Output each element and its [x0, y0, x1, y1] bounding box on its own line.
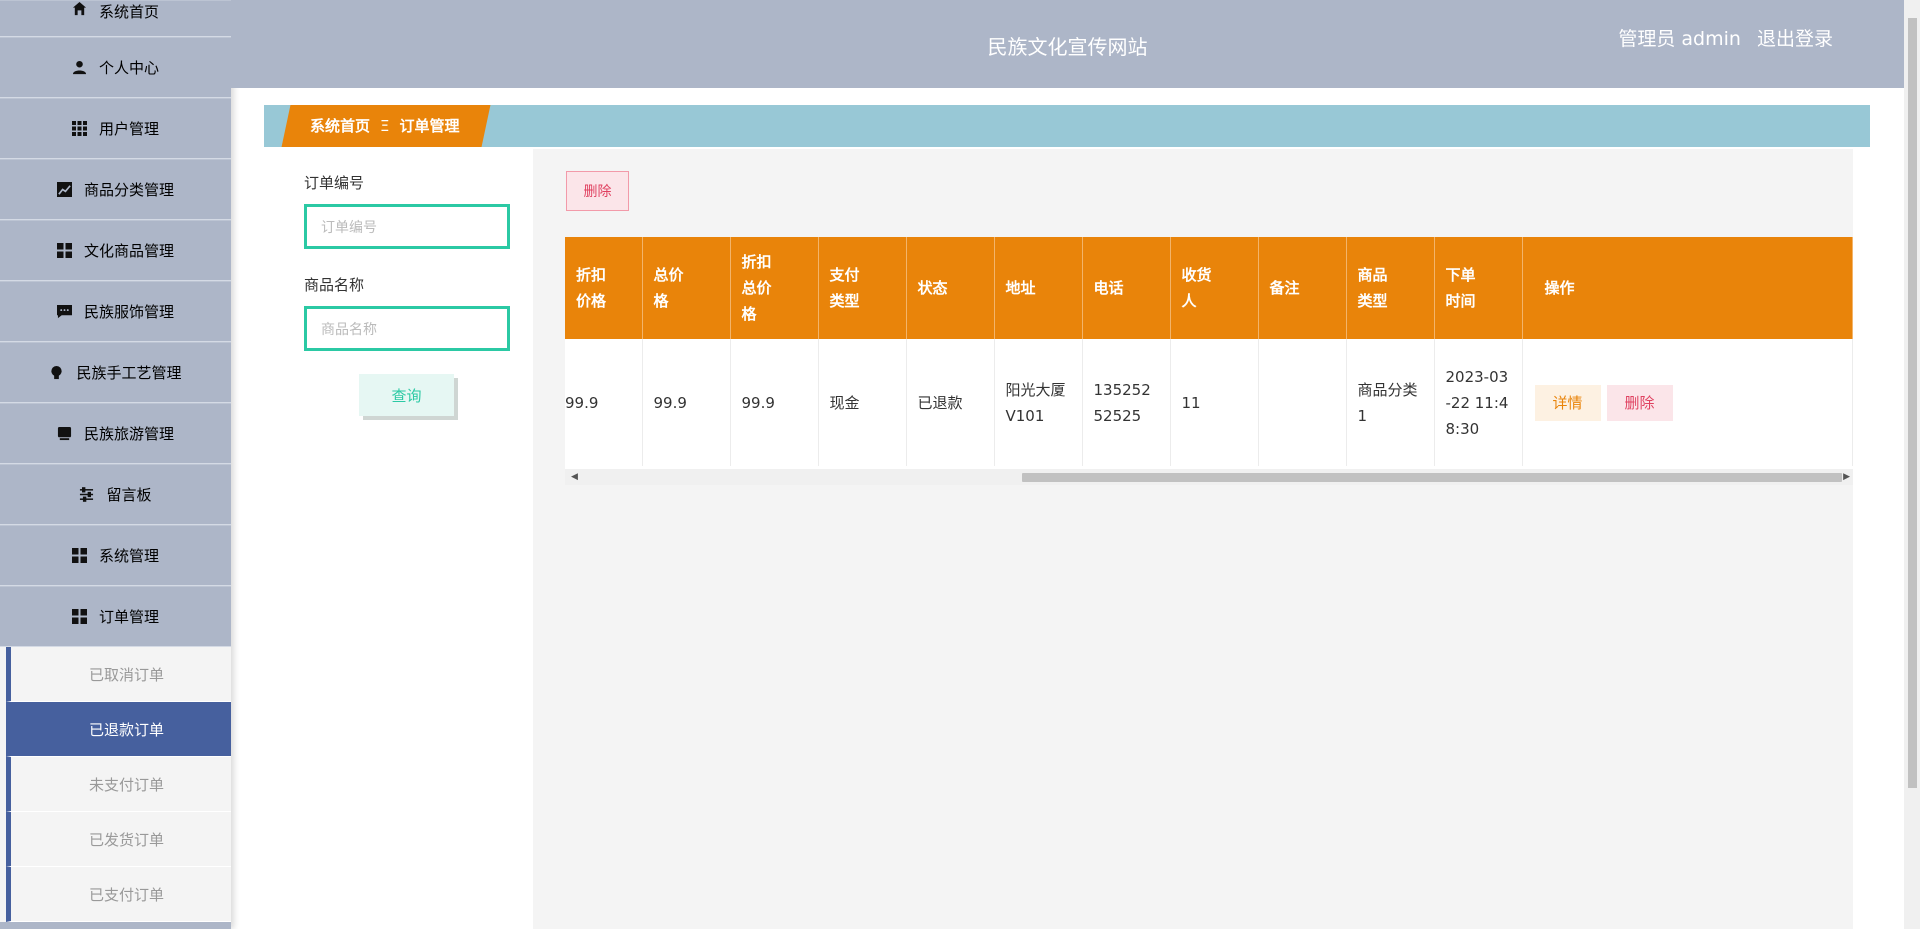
- main-content: 删除 折扣 价格 总价格 折扣 总价格 支付 类型 状态 地址 电话 收货人 备注 商…: [533, 149, 1853, 929]
- submenu-paid-orders[interactable]: 已支付订单: [6, 867, 231, 922]
- message-icon: [56, 304, 72, 319]
- sidebar-item-profile[interactable]: 个人中心: [0, 37, 231, 98]
- sidebar-item-label: 留言板: [106, 486, 152, 504]
- cell-phone: 13525252525: [1082, 339, 1171, 466]
- col-header-status[interactable]: 状态: [906, 237, 995, 339]
- table-header-row: 折扣 价格 总价格 折扣 总价格 支付 类型 状态 地址 电话 收货人 备注 商品 类型…: [565, 237, 1853, 339]
- cell-address: 阳光大厦V101: [994, 339, 1083, 466]
- grid-icon: [71, 121, 87, 136]
- scroll-left-icon[interactable]: ◀: [571, 472, 578, 482]
- table-row: 99.9 99.9 99.9 现金 已退款 阳光大厦V101 135252525…: [565, 339, 1853, 466]
- breadcrumb: 系统首页 Ξ 订单管理: [310, 105, 460, 147]
- product-name-label: 商品名称: [304, 276, 365, 294]
- breadcrumb-bar: [264, 105, 1870, 147]
- apps-icon: [56, 243, 72, 258]
- sidebar-item-label: 商品分类管理: [83, 181, 174, 199]
- order-no-label: 订单编号: [304, 174, 365, 192]
- sidebar-item-culture-goods[interactable]: 文化商品管理: [0, 220, 231, 281]
- breadcrumb-separator-icon: Ξ: [380, 117, 390, 135]
- bulb-icon: [49, 365, 64, 380]
- horizontal-scrollbar-thumb[interactable]: [1022, 473, 1842, 482]
- cell-receiver: 11: [1170, 339, 1259, 466]
- sidebar-item-users[interactable]: 用户管理: [0, 98, 231, 159]
- col-header-order-time[interactable]: 下单 时间: [1434, 237, 1523, 339]
- sidebar-item-system[interactable]: 系统管理: [0, 525, 231, 586]
- col-header-product-type[interactable]: 商品 类型: [1346, 237, 1435, 339]
- submenu-refunded-orders[interactable]: 已退款订单: [6, 702, 231, 757]
- scroll-right-icon[interactable]: ▶: [1843, 472, 1850, 482]
- col-header-remark[interactable]: 备注: [1258, 237, 1347, 339]
- cell-order-time: 2023-03-22 11:48:30: [1434, 339, 1523, 466]
- sidebar-item-label: 系统首页: [98, 3, 159, 21]
- product-name-input[interactable]: 商品名称: [304, 306, 510, 351]
- submenu-unpaid-orders[interactable]: 未支付订单: [6, 757, 231, 812]
- user-area: 管理员 admin 退出登录: [1618, 24, 1833, 51]
- order-no-input[interactable]: 订单编号: [304, 204, 510, 249]
- sidebar: 系统首页 个人中心 用户管理 商品分类管理 文化商品管理 民族服饰管理 民族手工…: [0, 0, 231, 929]
- orders-submenu: 已取消订单 已退款订单 未支付订单 已发货订单 已支付订单: [0, 647, 231, 922]
- sliders-icon: [79, 487, 94, 502]
- breadcrumb-home[interactable]: 系统首页: [310, 117, 370, 135]
- col-header-address[interactable]: 地址: [994, 237, 1083, 339]
- cell-status: 已退款: [906, 339, 995, 466]
- cell-product-type: 商品分类1: [1346, 339, 1435, 466]
- col-header-discount-price[interactable]: 折扣 价格: [565, 237, 643, 339]
- submenu-shipped-orders[interactable]: 已发货订单: [6, 812, 231, 867]
- sidebar-item-label: 民族旅游管理: [83, 425, 174, 443]
- cell-pay-type: 现金: [818, 339, 907, 466]
- orders-table: 折扣 价格 总价格 折扣 总价格 支付 类型 状态 地址 电话 收货人 备注 商品 类型…: [565, 237, 1853, 466]
- sidebar-item-tourism[interactable]: 民族旅游管理: [0, 403, 231, 464]
- admin-username: 管理员 admin: [1618, 28, 1741, 50]
- col-header-receiver[interactable]: 收货人: [1170, 237, 1259, 339]
- page-vertical-scrollbar-thumb[interactable]: [1908, 18, 1917, 788]
- sidebar-item-label: 系统管理: [98, 547, 159, 565]
- chart-icon: [56, 182, 72, 197]
- cell-remark: [1258, 339, 1347, 466]
- submenu-cancelled-orders[interactable]: 已取消订单: [6, 647, 231, 702]
- sidebar-item-label: 民族服饰管理: [83, 303, 174, 321]
- sidebar-item-messageboard[interactable]: 留言板: [0, 464, 231, 525]
- orders-table-container: 折扣 价格 总价格 折扣 总价格 支付 类型 状态 地址 电话 收货人 备注 商品 类型…: [565, 237, 1853, 485]
- col-header-total-price[interactable]: 总价格: [642, 237, 731, 339]
- top-header: 民族文化宣传网站 管理员 admin 退出登录: [231, 0, 1904, 88]
- col-header-discount-total[interactable]: 折扣 总价格: [730, 237, 819, 339]
- detail-button[interactable]: 详情: [1534, 384, 1601, 421]
- sidebar-item-label: 民族手工艺管理: [76, 364, 182, 382]
- search-panel: 订单编号 订单编号 商品名称 商品名称 查询: [264, 149, 532, 929]
- cell-total-price: 99.9: [642, 339, 731, 466]
- sidebar-item-label: 个人中心: [98, 59, 159, 77]
- sidebar-item-label: 文化商品管理: [83, 242, 174, 260]
- row-delete-button[interactable]: 删除: [1606, 384, 1673, 421]
- sidebar-item-orders[interactable]: 订单管理: [0, 586, 231, 647]
- cell-discount-total: 99.9: [730, 339, 819, 466]
- cell-discount-price: 99.9: [565, 339, 643, 466]
- col-header-actions: 操作: [1522, 237, 1853, 339]
- batch-delete-button[interactable]: 删除: [566, 171, 629, 211]
- col-header-phone[interactable]: 电话: [1082, 237, 1171, 339]
- cell-actions: 详情 删除: [1522, 339, 1853, 466]
- sidebar-item-handicraft[interactable]: 民族手工艺管理: [0, 342, 231, 403]
- page-vertical-scrollbar[interactable]: [1904, 0, 1920, 929]
- sidebar-item-label: 用户管理: [98, 120, 159, 138]
- horizontal-scrollbar[interactable]: ◀ ▶: [565, 469, 1853, 485]
- query-button[interactable]: 查询: [359, 374, 454, 416]
- apps-icon: [71, 609, 87, 624]
- sidebar-item-home[interactable]: 系统首页: [0, 0, 231, 37]
- home-icon: [72, 1, 87, 16]
- sidebar-item-costume[interactable]: 民族服饰管理: [0, 281, 231, 342]
- logout-link[interactable]: 退出登录: [1757, 28, 1833, 50]
- breadcrumb-current: 订单管理: [399, 117, 460, 135]
- ticket-icon: [57, 426, 72, 441]
- apps-icon: [71, 548, 87, 563]
- sidebar-item-category[interactable]: 商品分类管理: [0, 159, 231, 220]
- sidebar-item-label: 订单管理: [98, 608, 159, 626]
- col-header-pay-type[interactable]: 支付 类型: [818, 237, 907, 339]
- user-icon: [72, 60, 87, 75]
